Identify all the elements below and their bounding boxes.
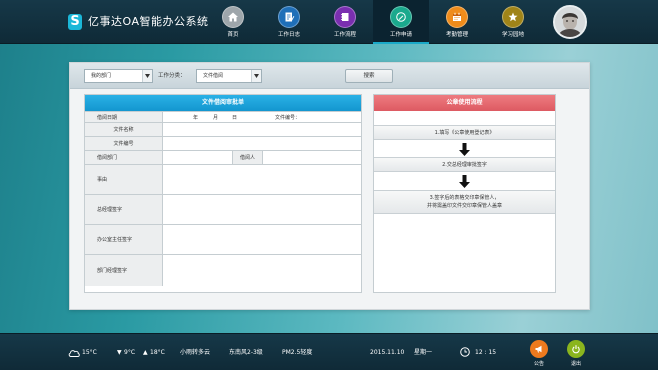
air-quality: PM2.5轻度 xyxy=(282,349,313,356)
file-number-field[interactable] xyxy=(163,137,361,150)
office-sign-field[interactable] xyxy=(163,225,361,254)
form-row-gm-sign: 总经理签字 xyxy=(85,194,361,224)
flow-step-text: 2.交总经理审批签字 xyxy=(442,161,487,168)
dept-mgr-sign-field[interactable] xyxy=(163,255,361,286)
brand: S 亿事达OA智能办公系统 xyxy=(68,13,209,31)
doc-number-label: 文件编号： xyxy=(275,114,301,121)
app-title: 亿事达OA智能办公系统 xyxy=(88,15,209,28)
flow-title: 公章使用流程 xyxy=(374,95,555,111)
flow-step-2: 2.交总经理审批签字 xyxy=(374,157,555,172)
weather-temperature: 15°C xyxy=(82,349,97,356)
notice-button[interactable]: 公告 xyxy=(528,340,550,368)
current-date: 2015.11.10 xyxy=(370,349,405,356)
reason-field[interactable] xyxy=(163,165,361,194)
nav-item-work-log[interactable]: 工作日志 xyxy=(261,0,317,44)
arrow-down-icon xyxy=(459,175,470,188)
wind-info: 东南风2-3级 xyxy=(229,349,263,356)
nav-item-work-request[interactable]: 工作申请 xyxy=(373,0,429,44)
month-label: 月 xyxy=(213,114,219,121)
file-name-field[interactable] xyxy=(163,123,361,136)
form-row-file-number: 文件编号 xyxy=(85,136,361,150)
notice-label: 公告 xyxy=(533,361,544,367)
borrow-dept-label: 借阅部门 xyxy=(85,151,163,164)
form-row-reason: 事由 xyxy=(85,164,361,194)
current-time: 12 : 15 xyxy=(475,349,497,356)
borrow-date-field[interactable]: 年 月 日 文件编号： xyxy=(163,112,361,122)
arrow-up-icon: ▲ xyxy=(143,349,148,356)
high-temperature: 18°C xyxy=(150,349,165,356)
form-title: 文件借阅审批单 xyxy=(85,95,361,111)
nav-label: 首页 xyxy=(227,32,239,38)
category-select[interactable]: 文件借阅 xyxy=(196,69,262,83)
nav-item-home[interactable]: 首页 xyxy=(205,0,261,44)
top-bar: S 亿事达OA智能办公系统 首页 工作日志 工作流程 工作申请 考勤管理 学习园… xyxy=(0,0,658,44)
nav-item-workflow[interactable]: 工作流程 xyxy=(317,0,373,44)
form-row-file-name: 文件名称 xyxy=(85,122,361,136)
form-row-office-sign: 办公室主任签字 xyxy=(85,224,361,254)
star-icon xyxy=(502,6,524,28)
megaphone-icon xyxy=(530,340,548,358)
user-avatar[interactable] xyxy=(553,5,587,39)
category-label: 工作分类： xyxy=(158,73,186,79)
pen-circle-icon xyxy=(390,6,412,28)
office-sign-label: 办公室主任签字 xyxy=(85,225,163,254)
flow-step-text: 1.填写《公章使用登记表》 xyxy=(434,129,495,136)
search-button[interactable]: 搜索 xyxy=(345,69,393,83)
form-row-borrow-date: 借阅日期 年 月 日 文件编号： xyxy=(85,111,361,122)
day-label: 日 xyxy=(232,114,238,121)
chevron-down-icon xyxy=(251,70,261,82)
category-value: 文件借阅 xyxy=(203,73,224,79)
document-edit-icon xyxy=(278,6,300,28)
nav-label: 学习园地 xyxy=(501,32,524,38)
notebook-icon xyxy=(334,6,356,28)
gm-sign-field[interactable] xyxy=(163,195,361,224)
cloud-icon xyxy=(68,350,80,357)
status-bar: 15°C ▼ 9°C ▲ 18°C 小雨转多云 东南风2-3级 PM2.5轻度 … xyxy=(0,333,658,370)
department-select[interactable]: 我的部门 xyxy=(84,69,153,83)
form-row-dept-mgr-sign: 部门经理签字 xyxy=(85,254,361,286)
clock-icon xyxy=(460,347,470,357)
file-name-label: 文件名称 xyxy=(85,123,163,136)
flow-step-3: 3.签字后的表格交印章保管人， 并将需盖印文件交印章保管人盖章 xyxy=(374,190,555,214)
borrow-date-label: 借阅日期 xyxy=(85,112,163,122)
dept-mgr-sign-label: 部门经理签字 xyxy=(85,255,163,286)
calendar-icon xyxy=(446,6,468,28)
app-logo: S xyxy=(68,14,82,30)
approval-form: 文件借阅审批单 借阅日期 年 月 日 文件编号： 文件名称 文件编号 借阅部门 … xyxy=(84,94,362,293)
file-number-label: 文件编号 xyxy=(85,137,163,150)
power-icon xyxy=(567,340,585,358)
gm-sign-label: 总经理签字 xyxy=(85,195,163,224)
department-value: 我的部门 xyxy=(91,73,112,79)
low-temperature: 9°C xyxy=(124,349,136,356)
home-icon xyxy=(222,6,244,28)
flow-step-text: 并将需盖印文件交印章保管人盖章 xyxy=(426,203,502,209)
flow-step-text: 3.签字后的表格交印章保管人， xyxy=(429,195,500,201)
flow-step-1: 1.填写《公章使用登记表》 xyxy=(374,125,555,140)
nav-label: 工作日志 xyxy=(277,32,300,38)
seal-flow-panel: 公章使用流程 1.填写《公章使用登记表》 2.交总经理审批签字 3.签字后的表格… xyxy=(373,94,556,293)
reason-label: 事由 xyxy=(85,165,163,194)
filter-bar: 我的部门 工作分类： 文件借阅 搜索 xyxy=(70,63,589,89)
weather-condition: 小雨转多云 xyxy=(180,349,211,356)
arrow-down-icon: ▼ xyxy=(117,349,122,356)
user-photo-icon xyxy=(555,7,585,37)
logout-button[interactable]: 退出 xyxy=(565,340,587,368)
nav-label: 工作申请 xyxy=(389,32,412,38)
nav-item-learning[interactable]: 学习园地 xyxy=(485,0,541,44)
nav-label: 考勤管理 xyxy=(445,32,468,38)
form-row-borrow-dept: 借阅部门 借阅人 xyxy=(85,150,361,164)
chevron-down-icon xyxy=(142,70,152,82)
nav-item-attendance[interactable]: 考勤管理 xyxy=(429,0,485,44)
content-panel: 我的部门 工作分类： 文件借阅 搜索 文件借阅审批单 借阅日期 年 月 日 文件… xyxy=(69,62,590,310)
arrow-down-icon xyxy=(459,143,470,156)
borrower-label: 借阅人 xyxy=(233,151,263,164)
borrower-field[interactable] xyxy=(263,151,361,164)
logout-label: 退出 xyxy=(570,361,581,367)
year-label: 年 xyxy=(193,114,199,121)
weekday: 星期一 xyxy=(414,349,433,356)
main-nav: 首页 工作日志 工作流程 工作申请 考勤管理 学习园地 xyxy=(205,0,541,44)
nav-label: 工作流程 xyxy=(333,32,356,38)
borrow-dept-field[interactable] xyxy=(163,151,233,164)
